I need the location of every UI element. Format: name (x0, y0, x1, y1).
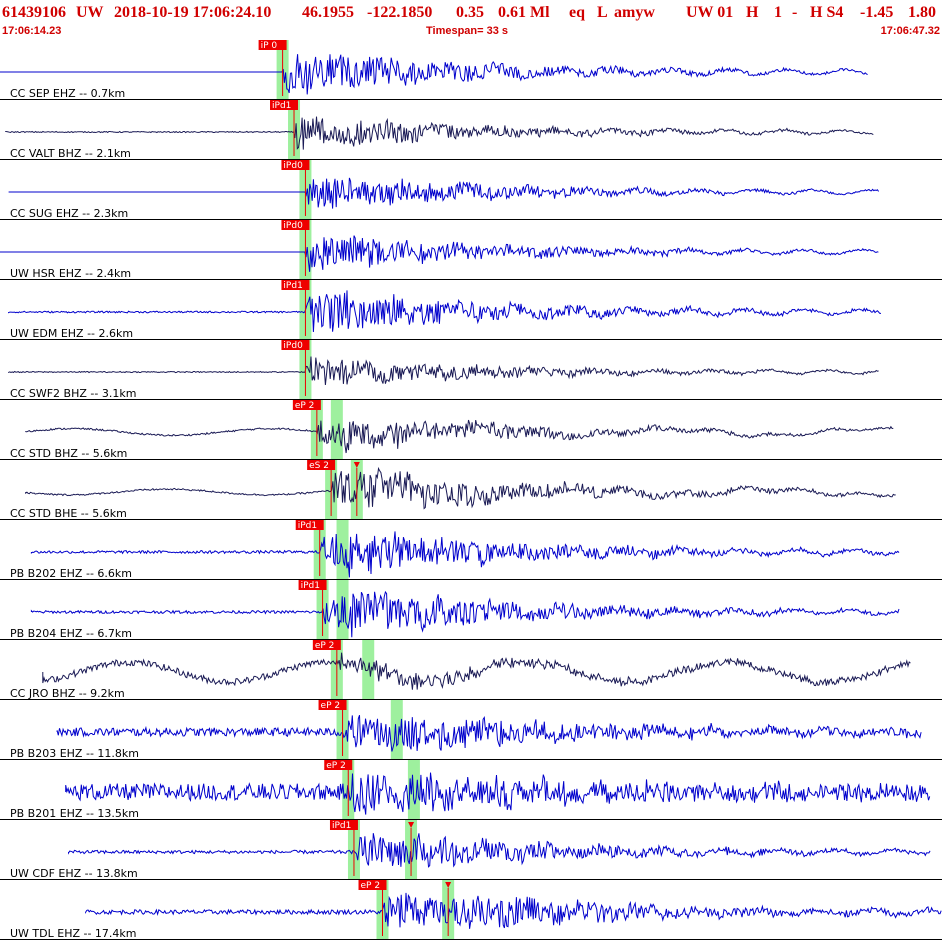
pick-label: eP 2 (295, 401, 315, 411)
pick-label: iPd1 (272, 101, 291, 111)
waveform-trace (42, 652, 911, 690)
longitude: -122.1850 (367, 4, 433, 21)
phase-pick-marker[interactable]: iPd1 (270, 100, 299, 156)
dash: - (792, 4, 798, 21)
phase-pick-marker[interactable]: eS 2 (307, 460, 336, 516)
station-label: UW TDL EHZ -- 17.4km (10, 927, 137, 940)
timespan: Timespan= 33 s (426, 25, 509, 37)
waveform-trace (5, 116, 874, 150)
pick-label: eP 2 (321, 701, 341, 711)
station-label: UW EDM EHZ -- 2.6km (10, 327, 133, 340)
station-label: CC STD BHZ -- 5.6km (10, 447, 127, 460)
phase-pick-marker[interactable]: eP 2 (292, 400, 321, 456)
waveform-trace (8, 177, 879, 209)
waveform-trace (56, 714, 922, 752)
origin-time: 2018-10-19 17:06:24.10 (114, 4, 272, 21)
phase-pick-marker[interactable]: iPd1 (295, 520, 324, 576)
waveform-trace (85, 892, 942, 929)
station-label: UW CDF EHZ -- 13.8km (10, 867, 138, 880)
start-time: 17:06:14.23 (2, 25, 62, 37)
phase-pick-marker[interactable]: iPd0 (281, 340, 310, 396)
station-label: CC SUG EHZ -- 2.3km (10, 207, 128, 220)
phase-pick-marker[interactable]: iPd0 (281, 160, 310, 216)
analyst: amyw (614, 4, 655, 21)
waveform-trace (8, 290, 881, 333)
waveform-trace (65, 772, 931, 815)
waveform-trace (25, 466, 896, 510)
latitude: 46.1955 (302, 4, 354, 21)
depth: 0.35 (456, 4, 484, 21)
phase-pick-marker[interactable]: iPd1 (298, 580, 327, 636)
state: H S4 (810, 4, 844, 21)
pick-label: iP 0 (261, 41, 278, 51)
event-id: 61439106 (2, 4, 66, 21)
station-label: CC JRO BHZ -- 9.2km (10, 687, 125, 700)
time-axis-header: 17:06:14.23 Timespan= 33 s 17:06:47.32 (0, 24, 942, 39)
station-label: PB B202 EHZ -- 6.6km (10, 567, 132, 580)
pick-label: iPd1 (332, 821, 351, 831)
waveform-trace (68, 833, 931, 868)
pick-label: eP 2 (326, 761, 346, 771)
station-label: CC STD BHE -- 5.6km (10, 507, 127, 520)
phase-pick-marker[interactable]: eP 2 (358, 880, 387, 936)
phase-pick-marker[interactable]: iPd0 (281, 220, 310, 276)
pick-label: iPd1 (301, 581, 320, 591)
station-label: CC VALT BHZ -- 2.1km (10, 147, 131, 160)
phase-pick-marker[interactable]: eP 2 (318, 700, 347, 756)
waveform-trace (0, 54, 868, 95)
network: UW (76, 4, 104, 21)
waveform-trace (0, 235, 879, 272)
pick-label: iPd1 (283, 281, 302, 291)
value-1: -1.45 (860, 4, 894, 21)
pick-label: eP 2 (315, 641, 335, 651)
pick-label: iPd0 (283, 221, 303, 231)
end-time: 17:06:47.32 (880, 25, 940, 37)
version: 1 (774, 4, 782, 21)
phase-pick-marker[interactable]: iPd1 (281, 280, 310, 336)
phase-pick-marker[interactable]: eP 2 (312, 640, 341, 696)
pick-label: eS 2 (309, 461, 329, 471)
station-label: PB B201 EHZ -- 13.5km (10, 807, 139, 820)
event-header: 61439106 UW 2018-10-19 17:06:24.10 46.19… (2, 2, 940, 24)
pick-label: eP 2 (361, 881, 381, 891)
waveform-trace (25, 419, 894, 454)
magnitude: 0.61 Ml (498, 4, 550, 21)
pick-label: iPd0 (283, 161, 303, 171)
waveform-trace (8, 356, 879, 386)
waveform-trace (30, 531, 900, 578)
value-2: 1.80 (908, 4, 936, 21)
station-label: PB B203 EHZ -- 11.8km (10, 747, 139, 760)
pick-label: iPd0 (283, 341, 303, 351)
station-label: PB B204 EHZ -- 6.7km (10, 627, 132, 640)
geo-type: L (597, 4, 608, 21)
pick-label: iPd1 (298, 521, 317, 531)
source: UW 01 (686, 4, 734, 21)
station-label: CC SEP EHZ -- 0.7km (10, 87, 125, 100)
seismogram-panel[interactable]: iP 0 iPd1 iPd0 iPd0 iPd1 iPd0 eP 2 eS 2 iPd1 iPd1… (0, 40, 942, 940)
station-label: CC SWF2 BHZ -- 3.1km (10, 387, 136, 400)
waveform-trace (30, 590, 900, 638)
event-type: eq (569, 4, 585, 21)
station-label: UW HSR EHZ -- 2.4km (10, 267, 131, 280)
phase-pick-marker[interactable]: iP 0 (258, 40, 287, 96)
phase-pick-marker[interactable]: iPd1 (329, 820, 358, 876)
quality: H (746, 4, 759, 21)
